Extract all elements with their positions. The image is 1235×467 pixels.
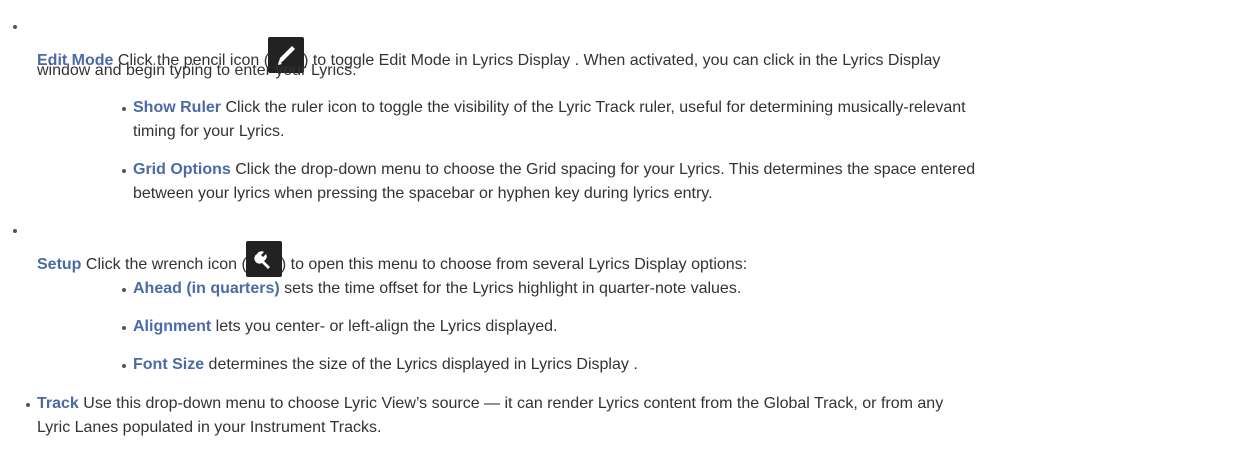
list-item-setup: Setup Click the wrench icon ( ) to open t… bbox=[37, 241, 747, 277]
list-item-font-size: Font Size determines the size of the Lyr… bbox=[133, 355, 638, 375]
grid-options-text-line2: between your lyrics when pressing the sp… bbox=[133, 185, 713, 202]
bullet bbox=[122, 326, 126, 330]
list-item-track: Track Use this drop-down menu to choose … bbox=[37, 394, 943, 414]
item-text: Click the wrench icon ( bbox=[81, 256, 247, 273]
item-text: ) to toggle Edit Mode in Lyrics Display … bbox=[303, 52, 941, 69]
list-item-alignment: Alignment lets you center- or left-align… bbox=[133, 317, 557, 337]
item-text: determines the size of the Lyrics displa… bbox=[204, 356, 638, 373]
bullet bbox=[122, 364, 126, 368]
item-text: Click the drop-down menu to choose the G… bbox=[230, 161, 976, 178]
bullet bbox=[122, 107, 126, 111]
item-text: ) to open this menu to choose from sever… bbox=[280, 256, 748, 273]
bullet bbox=[26, 403, 30, 407]
bullet bbox=[122, 169, 126, 173]
list-item-ahead: Ahead (in quarters) sets the time offset… bbox=[133, 279, 741, 299]
show-ruler-text-line2: timing for your Lyrics. bbox=[133, 123, 285, 140]
wrench-icon bbox=[245, 241, 282, 277]
edit-mode-text-line2: window and begin typing to enter your Ly… bbox=[37, 62, 357, 79]
item-text: lets you center- or left-align the Lyric… bbox=[211, 318, 558, 335]
item-text: Use this drop-down menu to choose Lyric … bbox=[78, 395, 944, 412]
list-item-grid-options: Grid Options Click the drop-down menu to… bbox=[133, 160, 975, 180]
track-text-line2: Lyric Lanes populated in your Instrument… bbox=[37, 419, 382, 436]
setup-link[interactable]: Setup bbox=[37, 256, 81, 273]
grid-options-link[interactable]: Grid Options bbox=[133, 161, 231, 178]
alignment-link[interactable]: Alignment bbox=[133, 318, 211, 335]
list-item-show-ruler: Show Ruler Click the ruler icon to toggl… bbox=[133, 98, 966, 118]
track-link[interactable]: Track bbox=[37, 395, 79, 412]
bullet bbox=[13, 25, 17, 29]
item-text: sets the time offset for the Lyrics high… bbox=[279, 280, 742, 297]
bullet bbox=[122, 288, 126, 292]
show-ruler-link[interactable]: Show Ruler bbox=[133, 99, 221, 116]
bullet bbox=[13, 229, 17, 233]
ahead-link[interactable]: Ahead (in quarters) bbox=[133, 280, 280, 297]
font-size-link[interactable]: Font Size bbox=[133, 356, 204, 373]
item-text: Click the ruler icon to toggle the visib… bbox=[221, 99, 966, 116]
